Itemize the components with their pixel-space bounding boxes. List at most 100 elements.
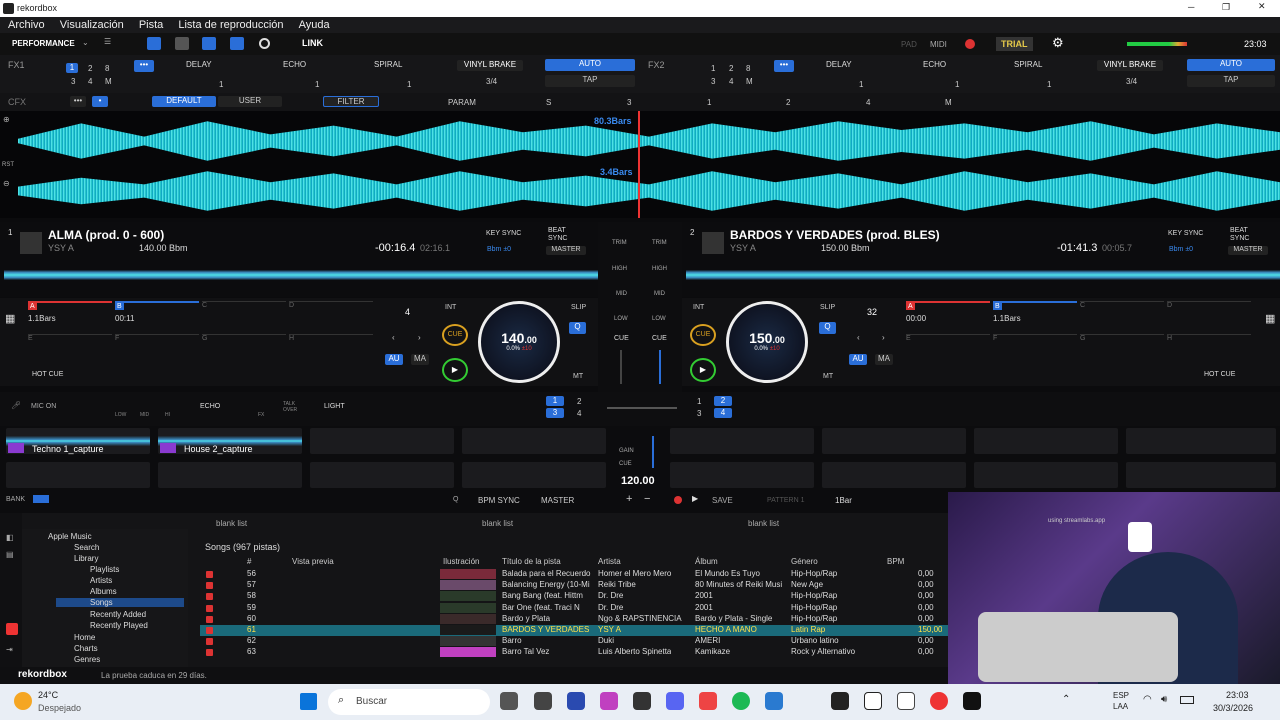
col-genre[interactable]: Género (791, 557, 818, 566)
fx1-beat-8[interactable]: 8 (105, 64, 109, 73)
fx1-beat-1[interactable]: 1 (66, 63, 78, 73)
sampler-slot-14[interactable] (822, 462, 966, 488)
deck1-quantize[interactable]: Q (569, 322, 586, 334)
taskbar-time[interactable]: 23:03 (1226, 690, 1249, 700)
fx1-beat-m[interactable]: M (105, 77, 112, 86)
deck-select-3[interactable]: 3 (546, 408, 564, 418)
fx1-more-button[interactable]: ••• (134, 60, 154, 72)
mic-icon[interactable]: 🎤︎ (11, 401, 21, 410)
fx2-beat-2[interactable]: 2 (729, 64, 733, 73)
deck1-key-sync[interactable]: KEY SYNC (486, 230, 521, 237)
deck2-au[interactable]: AU (849, 354, 867, 365)
sampler-slot-2[interactable]: House 2_capture (158, 428, 302, 454)
grid-view-icon[interactable]: ▦ (1265, 312, 1275, 325)
col-number[interactable]: # (247, 557, 251, 566)
tree-search[interactable]: Search (74, 543, 99, 552)
deck1-loop-length[interactable]: 4 (405, 307, 410, 317)
rst-button[interactable]: RST (2, 162, 14, 168)
menu-ayuda[interactable]: Ayuda (299, 19, 330, 31)
discord-icon[interactable] (666, 692, 684, 710)
table-row[interactable]: 59 Bar One (feat. Traci N Dr. Dre 2001 Hip-H… (200, 602, 948, 614)
deck-select-2[interactable]: 2 (577, 397, 581, 406)
deck2-quantize[interactable]: Q (819, 322, 836, 334)
tree-home[interactable]: Home (74, 633, 95, 642)
deck1-int[interactable]: INT (445, 304, 456, 311)
midi-label[interactable]: MIDI (930, 40, 947, 49)
cfx-more-button[interactable]: ••• (70, 96, 86, 107)
fx2-effect-1[interactable]: DELAY (826, 60, 852, 69)
light-select[interactable]: LIGHT (324, 403, 345, 410)
hotcue-c[interactable]: C (1080, 301, 1164, 331)
fx2-more-button[interactable]: ••• (774, 60, 794, 72)
col-bpm[interactable]: BPM (887, 557, 904, 566)
sampler-bpm-sync[interactable]: BPM SYNC (478, 496, 520, 505)
channel-fader-1[interactable] (620, 350, 622, 384)
app-icon-3[interactable] (600, 692, 618, 710)
fx2-vinyl-brake[interactable]: VINYL BRAKE (1097, 60, 1163, 71)
fx1-vinyl-brake[interactable]: VINYL BRAKE (457, 60, 523, 71)
talkover-label[interactable]: TALK OVER (283, 401, 301, 413)
sampler-quantize[interactable]: Q (453, 496, 458, 503)
app-icon-2[interactable] (567, 692, 585, 710)
hotcue-d[interactable]: D (289, 301, 373, 331)
mixer-icon[interactable] (230, 37, 244, 50)
deck2-jog-wheel[interactable]: 150.00 0.0% ±10 (726, 301, 808, 383)
table-row[interactable]: 60 Bardo y Plata Ngo & RAPSTINENCIA Bardo y… (200, 613, 948, 625)
apple-music-icon[interactable] (6, 623, 18, 635)
col-title[interactable]: Título de la pista (502, 557, 561, 566)
hotcue-g[interactable]: G (1080, 334, 1164, 364)
cfx-filter-button[interactable]: FILTER (323, 96, 379, 107)
sampler-slot-5[interactable] (670, 428, 814, 454)
mic-echo-select[interactable]: ECHO (200, 403, 220, 410)
deck1-ma[interactable]: MA (411, 354, 429, 365)
sequence-play-icon[interactable]: ▶ (692, 494, 698, 503)
table-row[interactable]: 62 Barro Duki AMERI Urbano latino 0,00 (200, 636, 948, 647)
sampler-slot-16[interactable] (1126, 462, 1276, 488)
deck-select-r3[interactable]: 3 (697, 409, 701, 418)
deck2-mt[interactable]: MT (823, 373, 833, 380)
gear-icon[interactable]: ⚙ (1052, 35, 1064, 51)
deck2-overview[interactable] (686, 262, 1280, 288)
channel-cue-2[interactable]: CUE (652, 335, 667, 342)
weather-desc[interactable]: Despejado (38, 703, 81, 713)
deck2-play-button[interactable]: ▶ (690, 358, 716, 382)
deck1-loop-next[interactable]: › (418, 333, 421, 342)
chevron-down-icon[interactable]: ⌄ (82, 38, 89, 47)
hotcue-f[interactable]: F (115, 334, 199, 364)
lang-1[interactable]: ESP (1113, 691, 1129, 700)
sampler-slot-9[interactable] (6, 462, 150, 488)
sampler-cue[interactable]: CUE (619, 461, 632, 467)
deck1-loop-prev[interactable]: ‹ (392, 333, 395, 342)
sampler-slot-3[interactable] (310, 428, 454, 454)
sampler-slot-1[interactable]: Techno 1_capture (6, 428, 150, 454)
exit-icon[interactable]: ⇥ (6, 645, 13, 654)
menu-visualizacion[interactable]: Visualización (60, 19, 124, 31)
close-button[interactable]: ✕ (1258, 1, 1266, 12)
deck1-waveform[interactable] (18, 121, 1280, 161)
hotcue-f[interactable]: F (993, 334, 1077, 364)
fx2-beat-1[interactable]: 1 (711, 64, 715, 73)
deck2-bbm[interactable]: Bbm ±0 (1169, 246, 1193, 253)
hotcue-b[interactable]: B 00:11 (115, 301, 199, 331)
hotcue-a[interactable]: A 00:00 (906, 301, 990, 331)
sampler-slot-4[interactable] (462, 428, 606, 454)
sampler-slot-8[interactable] (1126, 428, 1276, 454)
zoom-out-icon[interactable]: ⊖ (3, 179, 10, 188)
chatgpt-icon[interactable] (897, 692, 915, 710)
collection-icon[interactable]: ▤ (6, 550, 14, 559)
start-button[interactable] (300, 693, 317, 710)
hotcue-d[interactable]: D (1167, 301, 1251, 331)
spotify-icon[interactable] (732, 692, 750, 710)
app-icon-4[interactable] (633, 692, 651, 710)
fx2-beat-m[interactable]: M (746, 77, 753, 86)
rekordbox-taskbar-icon[interactable] (963, 692, 981, 710)
blank-list-2[interactable]: blank list (482, 519, 513, 528)
layout-icon[interactable] (147, 37, 161, 50)
minimize-button[interactable]: ─ (1188, 2, 1194, 12)
sampler-slot-15[interactable] (974, 462, 1118, 488)
menu-icon[interactable]: ☰ (104, 37, 111, 46)
fx1-beat-3[interactable]: 3 (71, 77, 75, 86)
deck-select-4[interactable]: 4 (577, 409, 581, 418)
deck1-hotcue-select[interactable]: HOT CUE (32, 371, 63, 378)
fx1-effect-3[interactable]: SPIRAL (374, 60, 402, 69)
